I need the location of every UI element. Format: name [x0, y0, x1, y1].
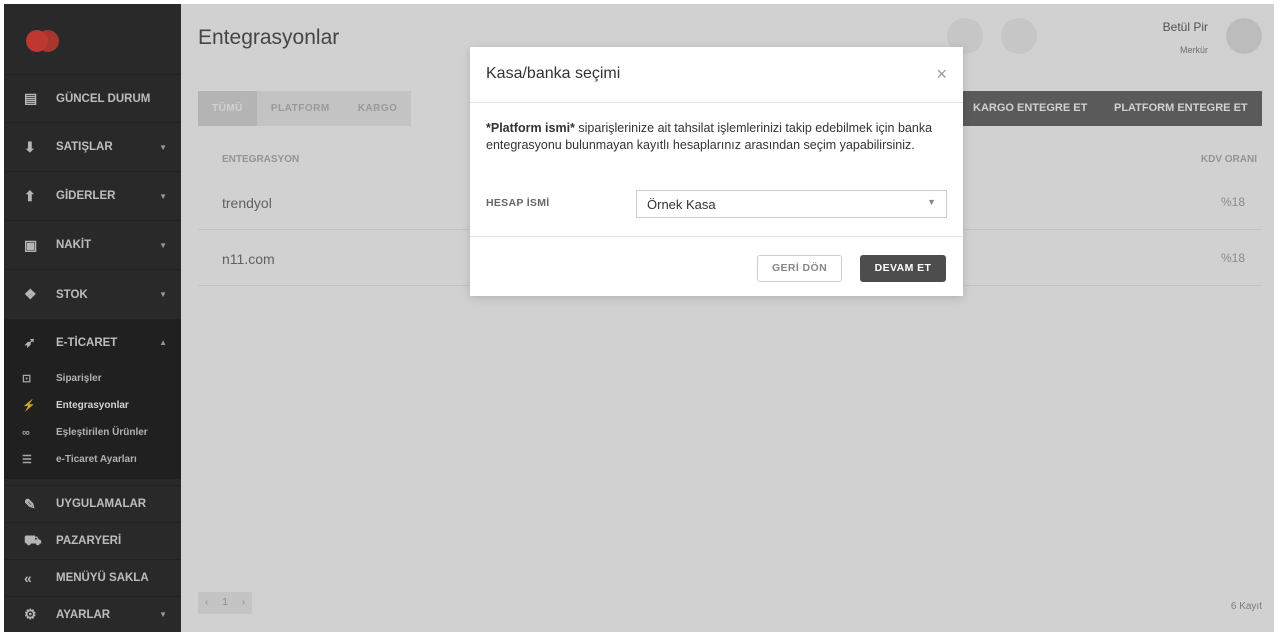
chevron-down-icon: ▼ — [927, 197, 936, 207]
app-frame: ▤ GÜNCEL DURUM ⬇ SATIŞLAR ▼ ⬆ GİDERLER ▼… — [4, 4, 1274, 632]
account-select[interactable]: Örnek Kasa ▼ — [636, 190, 947, 218]
continue-button[interactable]: DEVAM ET — [860, 255, 946, 282]
back-button[interactable]: GERİ DÖN — [757, 255, 842, 282]
divider — [470, 102, 963, 103]
modal-title: Kasa/banka seçimi — [486, 65, 621, 82]
account-select-modal: Kasa/banka seçimi × *Platform ismi* sipa… — [470, 47, 963, 296]
platform-name-placeholder: *Platform ismi* — [486, 121, 575, 135]
account-select-value: Örnek Kasa — [647, 197, 716, 212]
close-icon[interactable]: × — [936, 65, 947, 83]
divider — [470, 236, 963, 237]
account-name-label: HESAP İSMİ — [486, 197, 550, 209]
modal-description: *Platform ismi* siparişlerinize ait tahs… — [486, 120, 941, 154]
